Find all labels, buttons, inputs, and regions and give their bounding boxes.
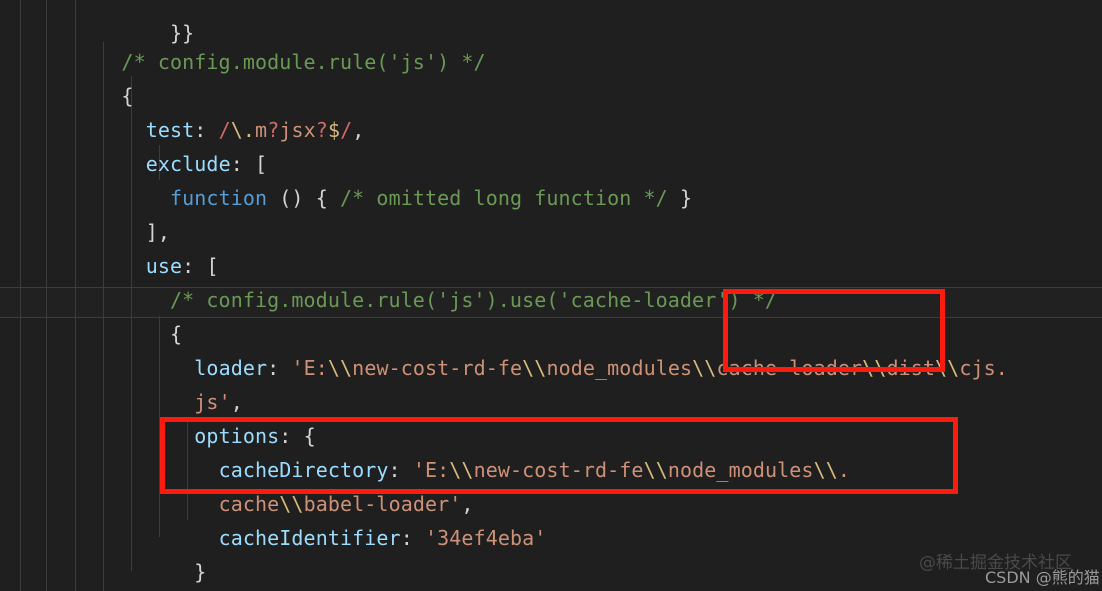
code-line: options: { — [0, 385, 1102, 448]
code-line: /* config.module.rule('js').use('cache-l… — [0, 249, 1102, 312]
code-line: js', — [0, 351, 1102, 414]
code-line: /* config.module.rule('js') */ — [0, 11, 1102, 74]
code-line: ], — [0, 181, 1102, 244]
code-line: test: /\.m?jsx?$/, — [0, 79, 1102, 142]
code-line: exclude: [ — [0, 113, 1102, 176]
code-line: function () { /* omitted long function *… — [0, 147, 1102, 210]
code-line: { — [0, 45, 1102, 108]
watermark-csdn: CSDN @熊的猫 — [985, 568, 1100, 587]
code-line: loader: 'E:\\new-cost-rd-fe\\node_module… — [0, 317, 1102, 380]
code-line: cacheIdentifier: '34ef4eba' — [0, 487, 1102, 550]
code-line: use: [ — [0, 215, 1102, 278]
code-line: { — [0, 283, 1102, 346]
code-content[interactable]: }} /* config.module.rule('js') */ { test… — [0, 0, 1102, 591]
code-line: cache\\babel-loader', — [0, 453, 1102, 516]
code-editor-screenshot: }} /* config.module.rule('js') */ { test… — [0, 0, 1102, 591]
code-line: cacheDirectory: 'E:\\new-cost-rd-fe\\nod… — [0, 419, 1102, 482]
